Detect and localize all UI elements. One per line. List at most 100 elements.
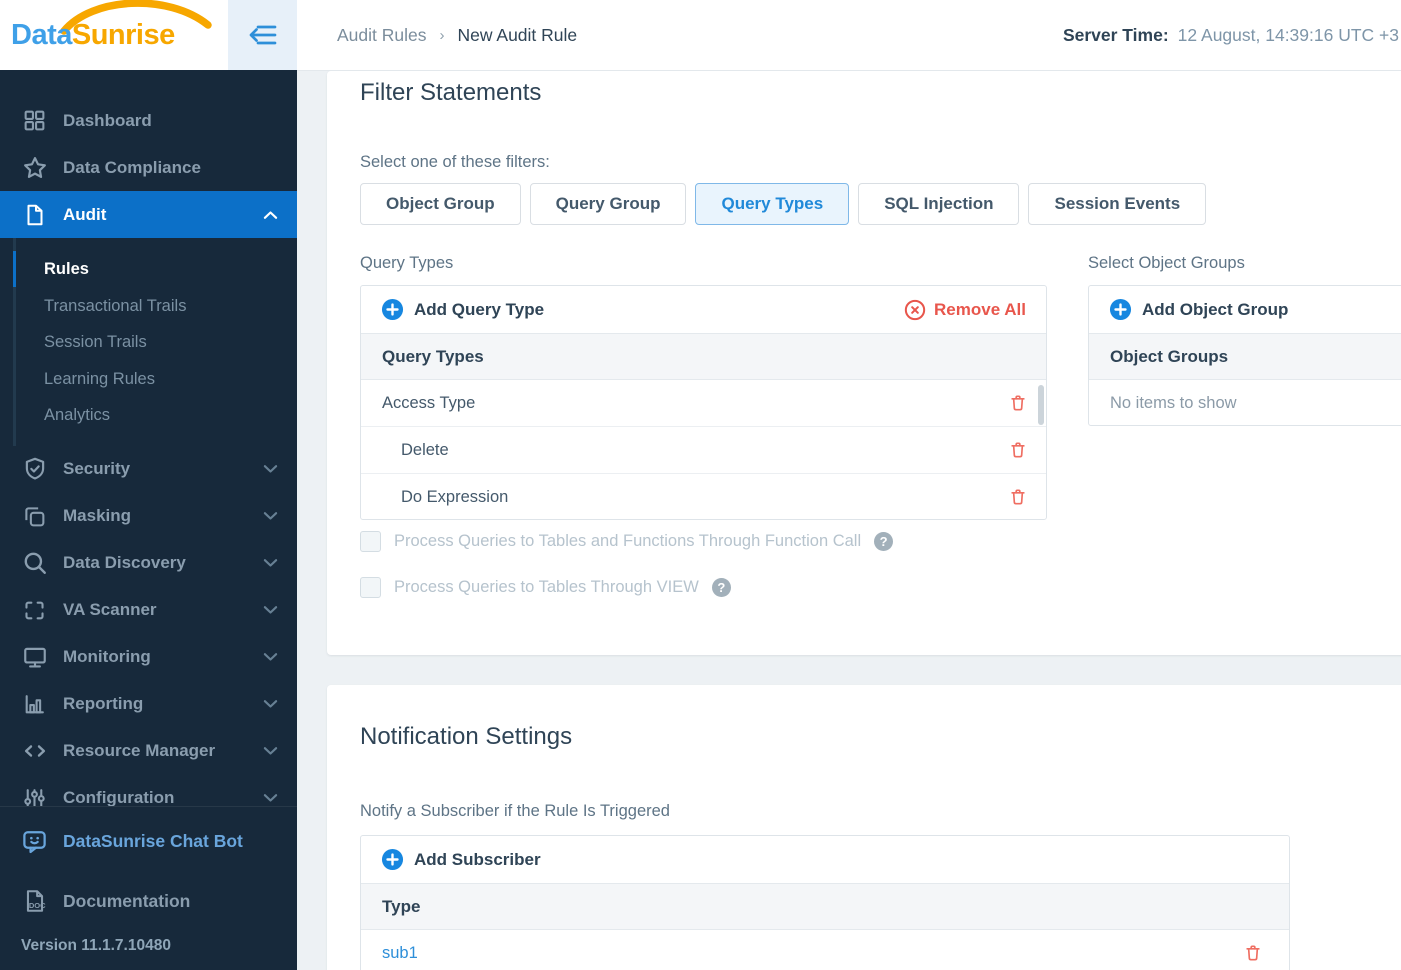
sidebar-item-masking[interactable]: Masking: [0, 493, 297, 540]
sidebar-item-label: Security: [63, 459, 131, 478]
sidebar-item-transactional-trails[interactable]: Transactional Trails: [0, 288, 297, 325]
breadcrumb-separator: ›: [439, 26, 445, 44]
notify-subscriber-hint: Notify a Subscriber if the Rule Is Trigg…: [360, 802, 670, 820]
code-brackets-icon: [21, 738, 48, 765]
sidebar-menu: Dashboard Data Compliance Audit Rules Tr…: [0, 70, 297, 822]
filter-button-sql-injection[interactable]: SQL Injection: [858, 183, 1020, 225]
filter-buttons-row: Object Group Query Group Query Types SQL…: [360, 183, 1207, 225]
chat-bot-icon: [21, 828, 48, 855]
sidebar-bottom: DataSunrise Chat Bot DOC Documentation V…: [0, 806, 297, 970]
add-object-group-button[interactable]: Add Object Group: [1109, 298, 1288, 321]
sidebar-item-chatbot[interactable]: DataSunrise Chat Bot: [0, 811, 297, 871]
trash-icon: [1011, 442, 1025, 458]
subscribers-column-header: Type: [361, 884, 1289, 930]
server-time-label: Server Time:: [1062, 24, 1169, 45]
empty-text: No items to show: [1110, 393, 1237, 412]
object-groups-column-header: Object Groups: [1089, 334, 1401, 380]
main-content: Filter Statements Select one of these fi…: [297, 70, 1401, 970]
add-subscriber-button[interactable]: Add Subscriber: [381, 848, 541, 871]
chevron-down-icon: [263, 511, 279, 521]
chevron-down-icon: [263, 652, 279, 662]
chatbot-label: DataSunrise Chat Bot: [63, 830, 243, 851]
sidebar-item-security[interactable]: Security: [0, 446, 297, 493]
breadcrumb-current-page: New Audit Rule: [457, 24, 578, 45]
chevron-down-icon: [263, 605, 279, 615]
delete-row-button[interactable]: [1008, 393, 1028, 413]
sidebar-item-session-trails[interactable]: Session Trails: [0, 324, 297, 361]
dashboard-grid-icon: [21, 107, 48, 134]
filter-button-query-group[interactable]: Query Group: [529, 183, 687, 225]
sidebar-item-rules[interactable]: Rules: [0, 251, 297, 288]
sidebar-item-label: VA Scanner: [63, 600, 157, 619]
sidebar-item-label: Audit: [63, 204, 107, 224]
shield-check-icon: [21, 456, 48, 483]
subscribers-toolbar: Add Subscriber: [361, 836, 1289, 884]
filter-button-object-group[interactable]: Object Group: [360, 183, 521, 225]
query-type-row-label: Access Type: [382, 393, 476, 412]
breadcrumb-audit-rules-link[interactable]: Audit Rules: [337, 25, 427, 46]
server-time: Server Time: 12 August, 14:39:16 UTC +3: [1063, 25, 1401, 46]
sidebar-item-audit[interactable]: Audit: [0, 191, 297, 238]
sidebar-item-label: Data Compliance: [63, 157, 201, 177]
sidebar-item-reporting[interactable]: Reporting: [0, 681, 297, 728]
sidebar-item-monitoring[interactable]: Monitoring: [0, 634, 297, 681]
top-bar: Audit Rules › New Audit Rule Server Time…: [297, 0, 1401, 71]
sidebar-item-data-compliance[interactable]: Data Compliance: [0, 144, 297, 191]
breadcrumb: Audit Rules › New Audit Rule: [297, 25, 577, 46]
filter-button-session-events[interactable]: Session Events: [1028, 183, 1207, 225]
server-time-value: 12 August, 14:39:16 UTC +3: [1177, 24, 1399, 45]
sidebar-item-dashboard[interactable]: Dashboard: [0, 97, 297, 144]
query-type-row-label: Delete: [401, 440, 449, 459]
object-groups-toolbar: Add Object Group: [1089, 286, 1401, 334]
documentation-icon: DOC: [21, 888, 48, 915]
help-icon[interactable]: ?: [874, 532, 894, 551]
checkbox-function-call[interactable]: [360, 531, 381, 552]
sidebar-item-label: Data Discovery: [63, 553, 186, 572]
datasunrise-logo[interactable]: DataSunrise: [0, 0, 228, 70]
logo-sunrise-word: Sunrise: [71, 18, 175, 51]
help-icon[interactable]: ?: [711, 578, 731, 597]
submenu-active-line: [13, 251, 16, 287]
plus-circle-icon: [381, 298, 404, 321]
sidebar-item-resource-manager[interactable]: Resource Manager: [0, 728, 297, 775]
option-function-call: Process Queries to Tables and Functions …: [360, 531, 894, 552]
sidebar-item-label: Resource Manager: [63, 741, 216, 760]
delete-subscriber-button[interactable]: [1243, 943, 1263, 963]
sidebar-collapse-button[interactable]: [227, 0, 297, 70]
logo-bar: DataSunrise: [0, 0, 297, 70]
subscriber-row: sub1: [361, 930, 1289, 970]
sidebar-item-label: Reporting: [63, 694, 144, 713]
query-types-column-header: Query Types: [361, 334, 1046, 380]
sidebar-item-data-discovery[interactable]: Data Discovery: [0, 540, 297, 587]
object-groups-empty-row: No items to show: [1089, 380, 1401, 426]
remove-all-button[interactable]: Remove All: [904, 299, 1026, 321]
logo-text: DataSunrise: [11, 19, 175, 52]
scanner-frame-icon: [21, 597, 48, 624]
sidebar-item-documentation[interactable]: DOC Documentation: [0, 871, 297, 931]
delete-row-button[interactable]: [1008, 440, 1028, 460]
checkbox-through-view[interactable]: [360, 577, 381, 598]
sidebar-item-va-scanner[interactable]: VA Scanner: [0, 587, 297, 634]
chevron-up-icon: [263, 210, 279, 220]
star-icon: [21, 154, 48, 181]
bar-chart-icon: [21, 691, 48, 718]
sidebar-item-label: Configuration: [63, 788, 175, 807]
select-object-groups-label: Select Object Groups: [1088, 254, 1245, 272]
sidebar-item-label: Masking: [63, 506, 132, 525]
subscriber-link[interactable]: sub1: [382, 944, 418, 963]
subscribers-panel: Add Subscriber Type sub1: [360, 835, 1290, 970]
plus-circle-icon: [1109, 298, 1132, 321]
collapse-menu-icon: [249, 25, 277, 45]
query-types-scrollbar[interactable]: [1038, 385, 1044, 425]
sidebar-item-learning-rules[interactable]: Learning Rules: [0, 361, 297, 398]
option-through-view: Process Queries to Tables Through VIEW ?: [360, 577, 731, 598]
audit-submenu: Rules Transactional Trails Session Trail…: [0, 238, 297, 446]
filter-statements-card: Filter Statements Select one of these fi…: [327, 71, 1401, 655]
add-query-type-button[interactable]: Add Query Type: [381, 298, 544, 321]
trash-icon: [1246, 945, 1260, 961]
svg-text:DOC: DOC: [28, 901, 45, 910]
sidebar-item-analytics[interactable]: Analytics: [0, 397, 297, 434]
select-filter-hint: Select one of these filters:: [360, 153, 550, 171]
delete-row-button[interactable]: [1008, 487, 1028, 507]
filter-button-query-types[interactable]: Query Types: [695, 183, 850, 225]
